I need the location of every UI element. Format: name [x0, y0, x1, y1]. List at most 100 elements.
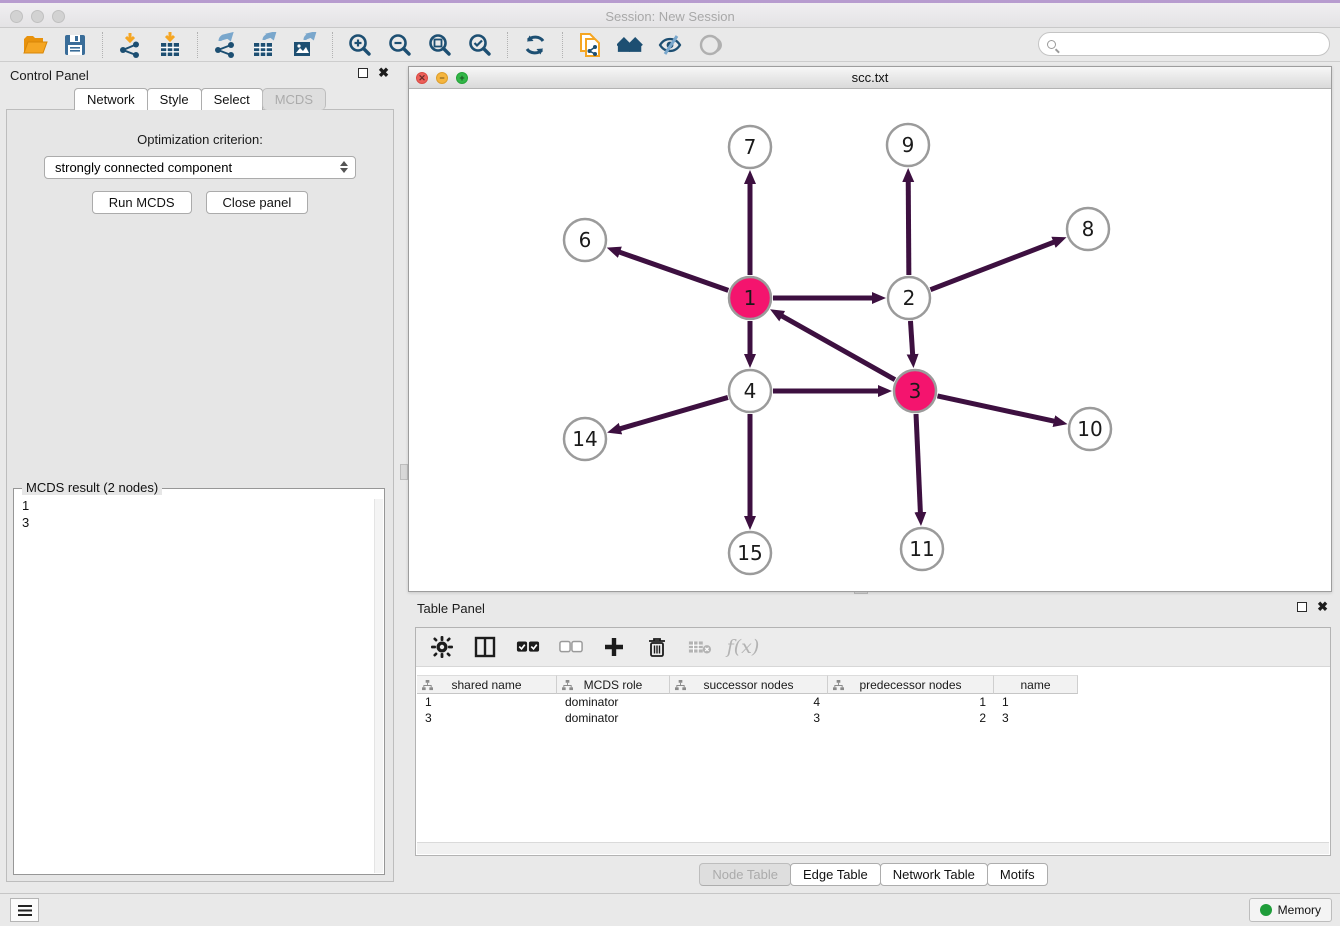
delete-table-icon	[688, 635, 712, 659]
network-file-icon[interactable]	[577, 32, 603, 58]
graph-edge-2-8[interactable]	[930, 242, 1054, 290]
table-row[interactable]: 1dominator411	[417, 694, 1329, 710]
close-panel-button[interactable]: Close panel	[206, 191, 309, 214]
table-cell[interactable]: dominator	[557, 694, 670, 710]
network-window-titlebar[interactable]: ✕ − + scc.txt	[409, 67, 1331, 89]
table-cell[interactable]: dominator	[557, 710, 670, 726]
graph-edge-3-1[interactable]	[781, 316, 895, 380]
zoom-fit-icon[interactable]	[427, 32, 453, 58]
table-cell[interactable]: 1	[828, 694, 994, 710]
column-header-successor-nodes[interactable]: successor nodes	[670, 675, 828, 694]
column-header-predecessor-nodes[interactable]: predecessor nodes	[828, 675, 994, 694]
graph-node-label: 6	[579, 228, 592, 252]
table-row[interactable]: 3dominator323	[417, 710, 1329, 726]
open-file-icon[interactable]	[22, 32, 48, 58]
dropdown-value: strongly connected component	[55, 160, 232, 175]
graph-node-label: 11	[909, 537, 934, 561]
column-header-shared-name[interactable]: shared name	[417, 675, 557, 694]
result-scrollbar[interactable]	[374, 499, 383, 873]
refresh-icon[interactable]	[522, 32, 548, 58]
run-mcds-button[interactable]: Run MCDS	[92, 191, 192, 214]
memory-button[interactable]: Memory	[1249, 898, 1332, 922]
search-icon	[1047, 40, 1056, 49]
export-table-icon[interactable]	[252, 32, 278, 58]
function-builder-icon: f(x)	[731, 635, 755, 659]
graph-edge-2-3[interactable]	[910, 321, 912, 355]
graph-edge-4-14[interactable]	[620, 397, 728, 429]
memory-status-icon	[1260, 904, 1272, 916]
graph-node-label: 14	[572, 427, 597, 451]
table-toolbar: f(x)	[416, 628, 1330, 667]
status-bar: Memory	[0, 893, 1340, 926]
table-header-row: shared nameMCDS rolesuccessor nodesprede…	[417, 675, 1329, 694]
graph-edge-3-11[interactable]	[916, 414, 920, 513]
graph-node-label: 2	[903, 286, 916, 310]
tab-motifs[interactable]: Motifs	[987, 863, 1048, 886]
table-cell[interactable]: 3	[417, 710, 557, 726]
select-all-icon[interactable]	[516, 635, 540, 659]
table-tabs: Node TableEdge TableNetwork TableMotifs	[408, 863, 1340, 886]
add-column-icon[interactable]	[602, 635, 626, 659]
table-panel: Table Panel ✖	[408, 596, 1340, 888]
graph-edge-2-9[interactable]	[908, 181, 909, 275]
export-network-icon[interactable]	[212, 32, 238, 58]
close-table-panel-icon[interactable]: ✖	[1317, 602, 1328, 612]
app-titlebar: Session: New Session	[0, 0, 1340, 28]
tab-network-table[interactable]: Network Table	[880, 863, 988, 886]
table-body: 1dominator4113dominator323	[417, 694, 1329, 726]
optimization-criterion-select[interactable]: strongly connected component	[44, 156, 356, 179]
tab-network[interactable]: Network	[74, 88, 148, 110]
hide-edges-icon[interactable]	[657, 32, 683, 58]
table-horizontal-scrollbar[interactable]	[417, 842, 1329, 854]
save-session-icon[interactable]	[62, 32, 88, 58]
node-table-container: f(x) shared nameMCDS rolesuccessor nodes…	[415, 627, 1331, 856]
tab-node-table[interactable]: Node Table	[699, 863, 791, 886]
zoom-selected-icon[interactable]	[467, 32, 493, 58]
table-scroll-area[interactable]: shared nameMCDS rolesuccessor nodesprede…	[417, 675, 1329, 842]
graph-node-label: 15	[737, 541, 762, 565]
mcds-result-box: MCDS result (2 nodes) 1 3	[13, 488, 385, 875]
table-cell[interactable]: 1	[417, 694, 557, 710]
home-icon[interactable]	[617, 32, 643, 58]
tab-style[interactable]: Style	[147, 88, 202, 110]
table-cell[interactable]: 2	[828, 710, 994, 726]
table-cell[interactable]: 3	[670, 710, 828, 726]
graph-node-label: 1	[744, 286, 757, 310]
table-cell[interactable]: 3	[994, 710, 1078, 726]
zoom-in-icon[interactable]	[347, 32, 373, 58]
control-panel-title: Control Panel	[10, 68, 89, 83]
mcds-result-values[interactable]: 1 3	[14, 489, 384, 531]
search-input[interactable]	[1038, 32, 1330, 56]
export-image-icon[interactable]	[292, 32, 318, 58]
table-panel-title: Table Panel	[417, 601, 485, 616]
gear-icon[interactable]	[430, 635, 454, 659]
control-panel-tabs: NetworkStyleSelectMCDS	[0, 88, 401, 110]
network-canvas[interactable]: 7968124314101511	[409, 89, 1331, 591]
zoom-out-icon[interactable]	[387, 32, 413, 58]
column-header-MCDS-role[interactable]: MCDS role	[557, 675, 670, 694]
float-table-panel-icon[interactable]	[1297, 602, 1307, 612]
tab-select[interactable]: Select	[201, 88, 263, 110]
network-graph[interactable]: 7968124314101511	[409, 89, 1331, 591]
graph-edge-3-10[interactable]	[937, 396, 1054, 421]
tab-edge-table[interactable]: Edge Table	[790, 863, 881, 886]
table-cell[interactable]: 4	[670, 694, 828, 710]
control-panel: Control Panel ✖ NetworkStyleSelectMCDS O…	[0, 62, 401, 888]
import-network-icon[interactable]	[117, 32, 143, 58]
import-table-icon[interactable]	[157, 32, 183, 58]
task-history-button[interactable]	[10, 898, 39, 922]
network-view-title: scc.txt	[409, 70, 1331, 85]
deselect-all-icon[interactable]	[559, 635, 583, 659]
delete-icon[interactable]	[645, 635, 669, 659]
column-header-name[interactable]: name	[994, 675, 1078, 694]
split-columns-icon[interactable]	[473, 635, 497, 659]
float-panel-icon[interactable]	[358, 68, 368, 78]
graph-node-label: 4	[744, 379, 757, 403]
close-panel-icon[interactable]: ✖	[378, 68, 389, 78]
table-cell[interactable]: 1	[994, 694, 1078, 710]
vertical-divider-grip[interactable]	[400, 464, 408, 480]
graph-edge-1-6[interactable]	[619, 252, 728, 290]
visibility-icon[interactable]	[697, 32, 723, 58]
chevron-updown-icon	[340, 161, 348, 173]
tab-mcds[interactable]: MCDS	[262, 88, 326, 110]
